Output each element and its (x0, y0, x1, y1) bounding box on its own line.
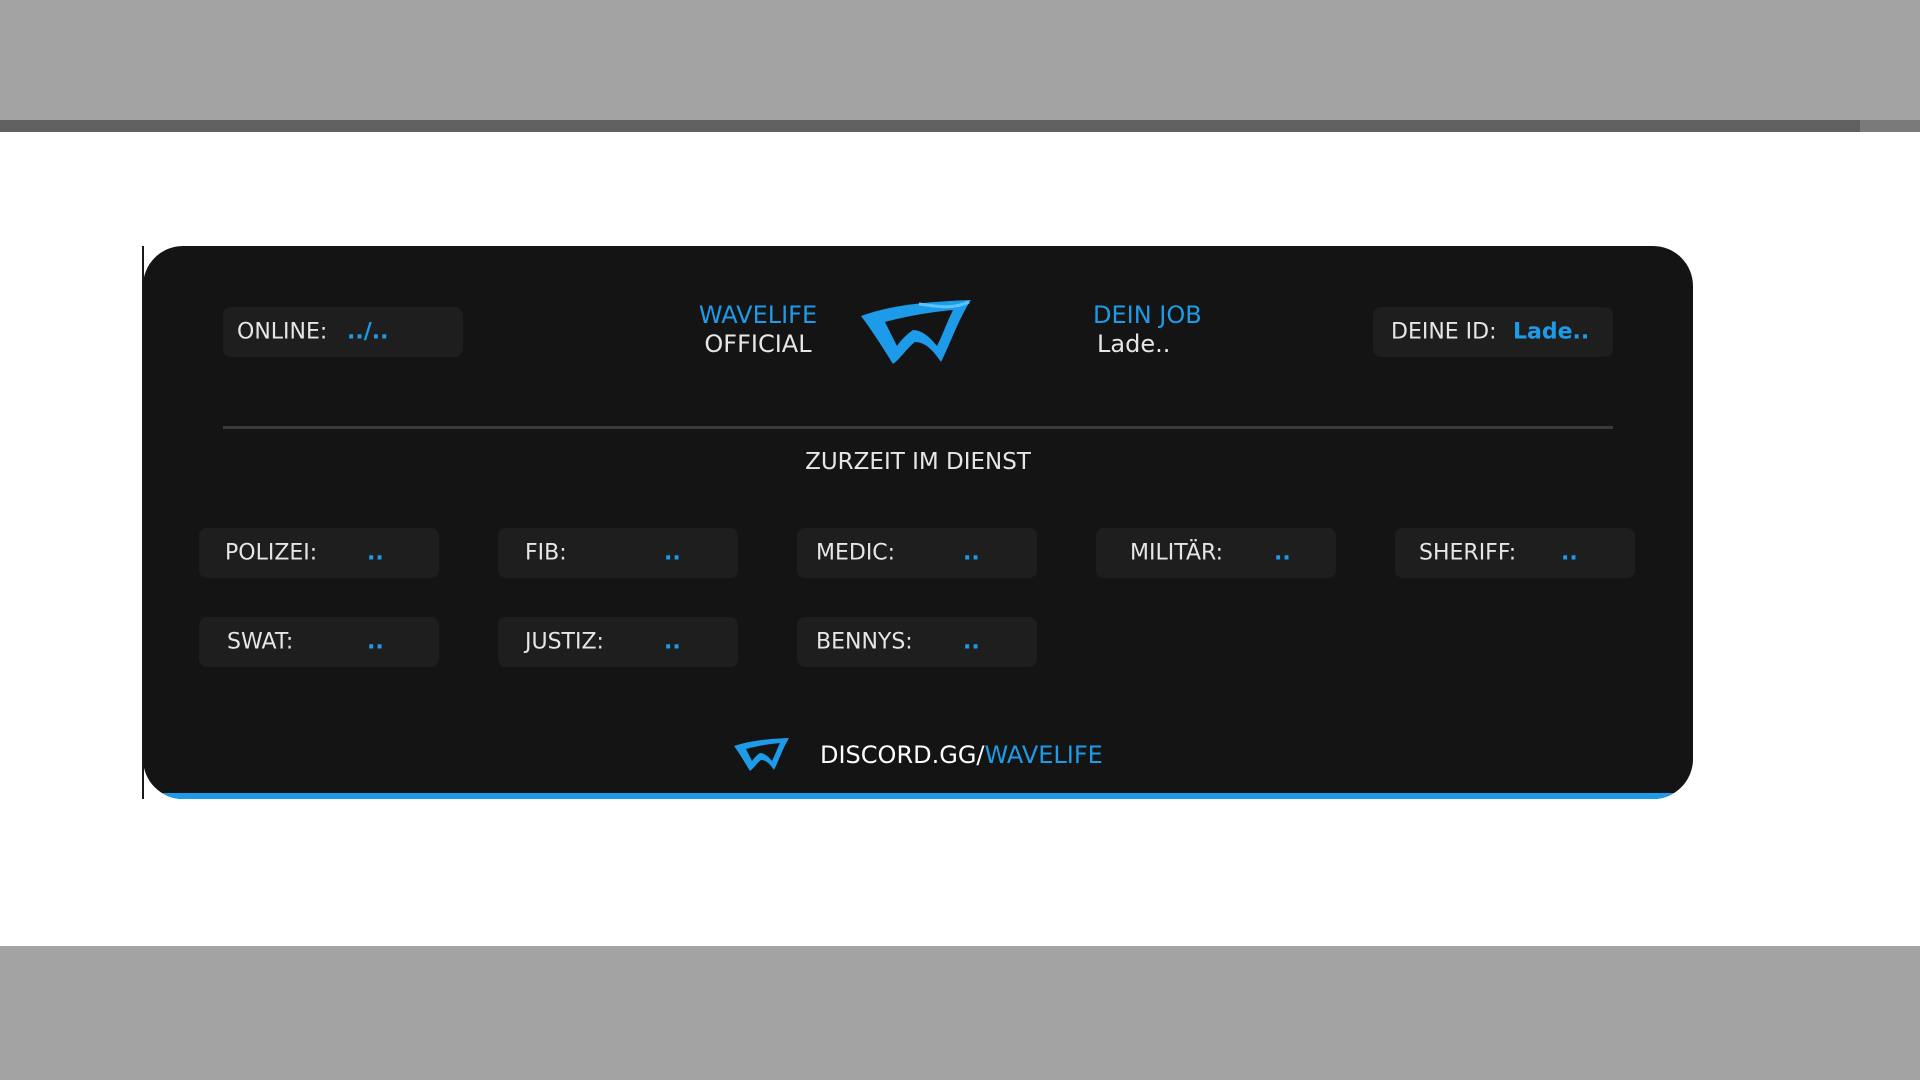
scrollbar-thumb[interactable] (0, 120, 1860, 132)
service-value: .. (367, 629, 384, 655)
service-sheriff: SHERIFF: .. (1395, 528, 1635, 578)
wavelife-logo-icon (734, 738, 789, 771)
service-label: SWAT: (227, 629, 294, 655)
outer-frame-top (0, 0, 1920, 120)
online-value: ../.. (347, 319, 389, 345)
online-counter: ONLINE: ../.. (223, 307, 463, 357)
service-justiz: JUSTIZ: .. (498, 617, 738, 667)
brand-title: WAVELIFE OFFICIAL (648, 301, 868, 359)
discord-link[interactable]: DISCORD.GG/WAVELIFE (820, 741, 1103, 769)
brand-name: WAVELIFE (698, 301, 818, 329)
player-id: DEINE ID: Lade.. (1373, 307, 1613, 357)
horizontal-scrollbar[interactable] (0, 120, 1920, 132)
hud-panel: ONLINE: ../.. WAVELIFE OFFICIAL DEIN JOB… (143, 246, 1693, 799)
brand-subtitle: OFFICIAL (704, 330, 812, 358)
service-label: BENNYS: (816, 629, 913, 655)
service-value: .. (1561, 540, 1578, 566)
wavelife-logo-icon (861, 300, 971, 364)
id-value: Lade.. (1513, 319, 1590, 345)
job-info: DEIN JOB Lade.. (1093, 301, 1202, 359)
service-fib: FIB: .. (498, 528, 738, 578)
discord-prefix: DISCORD.GG/ (820, 741, 985, 769)
id-label: DEINE ID: (1391, 319, 1497, 345)
service-label: MEDIC: (816, 540, 896, 566)
service-value: .. (963, 629, 980, 655)
service-label: POLIZEI: (225, 540, 318, 566)
service-label: FIB: (525, 540, 567, 566)
discord-accent: WAVELIFE (984, 741, 1103, 769)
service-value: .. (1274, 540, 1291, 566)
service-label: SHERIFF: (1419, 540, 1517, 566)
service-swat: SWAT: .. (199, 617, 439, 667)
service-value: .. (664, 540, 681, 566)
divider (223, 426, 1613, 429)
job-label: DEIN JOB (1093, 301, 1202, 329)
service-value: .. (664, 629, 681, 655)
section-title: ZURZEIT IM DIENST (805, 449, 1031, 475)
online-label: ONLINE: (237, 319, 328, 345)
service-polizei: POLIZEI: .. (199, 528, 439, 578)
job-value: Lade.. (1097, 330, 1171, 358)
service-bennys: BENNYS: .. (797, 617, 1037, 667)
hud-accent-bar (143, 793, 1693, 799)
service-value: .. (367, 540, 384, 566)
service-value: .. (963, 540, 980, 566)
outer-frame-bottom (0, 946, 1920, 1080)
service-medic: MEDIC: .. (797, 528, 1037, 578)
service-label: MILITÄR: (1130, 540, 1224, 566)
service-militaer: MILITÄR: .. (1096, 528, 1336, 578)
service-label: JUSTIZ: (525, 629, 604, 655)
